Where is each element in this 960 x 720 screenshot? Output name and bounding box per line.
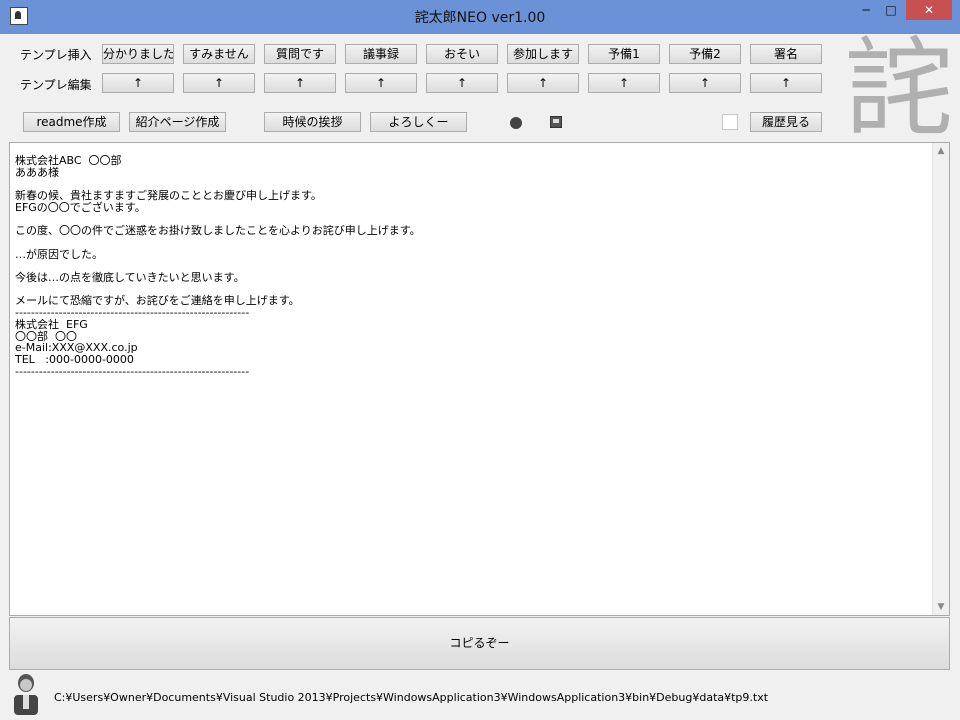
title-bar[interactable]: 詫太郎NEO ver1.00 ─ □ ✕ <box>0 0 960 35</box>
template-button-1[interactable]: 分かりました <box>102 44 174 64</box>
template-button-2[interactable]: すみません <box>183 44 255 64</box>
regards-button[interactable]: よろしくー <box>370 112 467 132</box>
edit-template-button-3[interactable]: ↑ <box>264 73 336 93</box>
vertical-scrollbar[interactable]: ▲ ▼ <box>932 143 949 615</box>
template-edit-label: テンプレ編集 <box>20 78 92 92</box>
edit-template-button-4[interactable]: ↑ <box>345 73 417 93</box>
readme-button[interactable]: readme作成 <box>23 112 120 132</box>
edit-template-button-7[interactable]: ↑ <box>588 73 660 93</box>
edit-template-button-1[interactable]: ↑ <box>102 73 174 93</box>
edit-template-button-6[interactable]: ↑ <box>507 73 579 93</box>
avatar-icon <box>10 673 42 715</box>
template-button-7[interactable]: 予備1 <box>588 44 660 64</box>
template-button-8[interactable]: 予備2 <box>669 44 741 64</box>
editor-content[interactable]: 株式会社ABC 〇〇部 あああ様 新春の候、貴社ますますご発展のこととお慶び申し… <box>15 155 915 377</box>
close-button[interactable]: ✕ <box>906 0 952 20</box>
edit-template-button-2[interactable]: ↑ <box>183 73 255 93</box>
window-icon[interactable] <box>550 116 562 128</box>
file-path-status: C:¥Users¥Owner¥Documents¥Visual Studio 2… <box>54 691 769 704</box>
template-insert-label: テンプレ挿入 <box>20 48 92 62</box>
template-button-9[interactable]: 署名 <box>750 44 822 64</box>
edit-template-button-9[interactable]: ↑ <box>750 73 822 93</box>
app-window: 詫太郎NEO ver1.00 ─ □ ✕ 詫 テンプレ挿入 テンプレ編集 分かり… <box>0 0 960 720</box>
history-button[interactable]: 履歴見る <box>750 112 822 132</box>
season-greeting-button[interactable]: 時候の挨拶 <box>264 112 361 132</box>
record-icon[interactable] <box>510 117 522 129</box>
intro-page-button[interactable]: 紹介ページ作成 <box>129 112 226 132</box>
template-button-5[interactable]: おそい <box>426 44 498 64</box>
edit-template-button-8[interactable]: ↑ <box>669 73 741 93</box>
maximize-button[interactable]: □ <box>878 0 904 20</box>
copy-button[interactable]: コピるぞー <box>9 617 950 670</box>
window-title: 詫太郎NEO ver1.00 <box>414 10 546 26</box>
template-button-6[interactable]: 参加します <box>507 44 579 64</box>
scroll-up-icon[interactable]: ▲ <box>933 143 949 159</box>
history-checkbox[interactable] <box>722 114 738 130</box>
edit-template-button-5[interactable]: ↑ <box>426 73 498 93</box>
message-editor[interactable]: 株式会社ABC 〇〇部 あああ様 新春の候、貴社ますますご発展のこととお慶び申し… <box>9 142 950 616</box>
template-button-4[interactable]: 議事録 <box>345 44 417 64</box>
scroll-down-icon[interactable]: ▼ <box>933 599 949 615</box>
client-area: 詫 テンプレ挿入 テンプレ編集 分かりました すみません 質問です 議事録 おそ… <box>0 34 960 720</box>
watermark-logo: 詫 <box>844 34 953 144</box>
template-button-3[interactable]: 質問です <box>264 44 336 64</box>
minimize-button[interactable]: ─ <box>853 0 879 20</box>
